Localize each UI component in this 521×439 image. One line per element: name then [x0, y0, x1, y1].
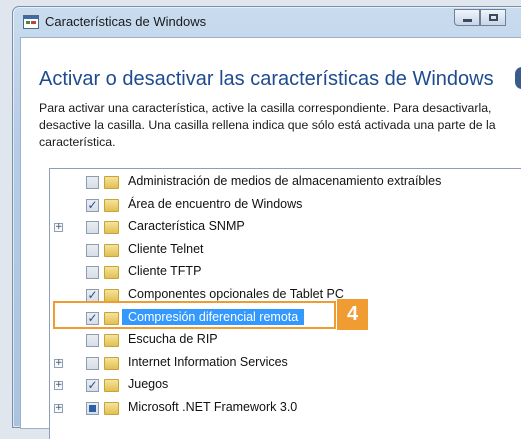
callout-badge: 4 [337, 299, 368, 330]
window-content: Activar o desactivar las características… [20, 37, 521, 439]
folder-icon [104, 243, 119, 257]
title-bar[interactable]: Características de Windows [13, 7, 521, 37]
minimize-button[interactable] [454, 9, 480, 26]
feature-label: Juegos [128, 377, 169, 392]
feature-label: Componentes opcionales de Tablet PC [128, 287, 344, 301]
feature-checkbox[interactable]: ✓ [86, 379, 99, 393]
folder-icon [104, 402, 119, 415]
page-title: Activar o desactivar las características… [39, 68, 494, 90]
feature-row[interactable]: + ✓ Juegos [50, 375, 521, 397]
feature-row[interactable]: + Internet Information Services [50, 353, 521, 375]
folder-icon [104, 334, 119, 348]
feature-row[interactable]: Administración de medios de almacenamien… [50, 172, 521, 194]
feature-checkbox[interactable] [86, 176, 99, 189]
feature-label: Característica SNMP [128, 219, 245, 234]
feature-label: Cliente Telnet [128, 241, 204, 256]
feature-checkbox[interactable]: ✓ [86, 198, 99, 212]
feature-row[interactable]: Cliente Telnet [50, 240, 521, 262]
folder-icon [104, 379, 119, 393]
folder-icon [104, 356, 119, 370]
feature-checkbox[interactable] [86, 334, 99, 348]
feature-checkbox[interactable] [86, 402, 99, 415]
expand-plus-icon[interactable]: + [54, 358, 63, 368]
folder-icon [104, 198, 119, 212]
features-window: Características de Windows Activar o des… [12, 6, 521, 439]
caption-buttons [454, 9, 506, 28]
feature-checkbox[interactable] [86, 221, 99, 235]
folder-icon [104, 221, 119, 235]
feature-checkbox[interactable] [86, 356, 99, 370]
feature-label: Área de encuentro de Windows [128, 196, 303, 211]
feature-row[interactable]: Cliente TFTP [50, 262, 521, 284]
feature-checkbox[interactable] [86, 266, 99, 280]
window-title: Características de Windows [45, 14, 207, 29]
expand-plus-icon[interactable]: + [54, 381, 63, 391]
description-text: Para activar una característica, active … [39, 101, 496, 149]
maximize-icon [489, 14, 498, 21]
feature-label: Escucha de RIP [128, 332, 218, 347]
feature-checkbox[interactable] [86, 243, 99, 257]
folder-icon [104, 176, 119, 189]
callout-highlight-box [53, 301, 336, 329]
maximize-button[interactable] [480, 9, 506, 26]
help-icon[interactable] [515, 67, 521, 89]
feature-label: Internet Information Services [128, 354, 288, 369]
feature-label: Cliente TFTP [128, 264, 202, 279]
folder-icon [104, 266, 119, 280]
windows-features-icon [23, 15, 39, 29]
feature-label: Administración de medios de almacenamien… [128, 174, 442, 188]
expand-plus-icon[interactable]: + [54, 223, 63, 233]
feature-row[interactable]: Escucha de RIP [50, 330, 521, 352]
minimize-icon [463, 19, 472, 22]
feature-row[interactable]: ✓ Área de encuentro de Windows [50, 195, 521, 217]
feature-row[interactable]: + Microsoft .NET Framework 3.0 [50, 398, 521, 420]
feature-row[interactable]: + Característica SNMP [50, 217, 521, 239]
